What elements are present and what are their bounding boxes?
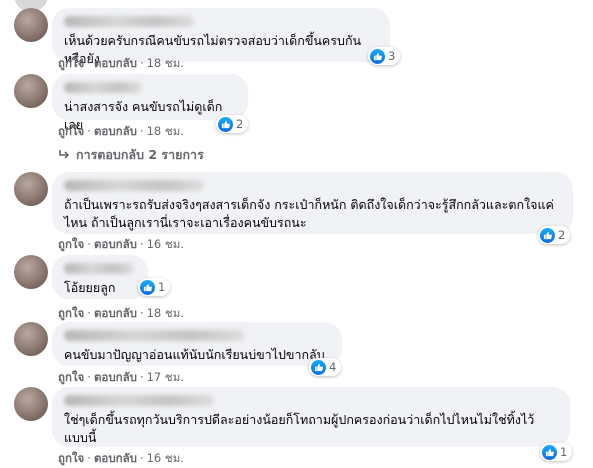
reaction-count: 3 <box>388 49 396 63</box>
timestamp[interactable]: 17 ชม. <box>147 370 184 384</box>
thumbs-up-icon <box>311 359 326 375</box>
avatar[interactable] <box>14 322 48 356</box>
timestamp[interactable]: 16 ชม. <box>147 237 184 251</box>
separator: · <box>139 370 144 384</box>
comment-bubble: น่าสงสารจัง คนขับรถไม่ดูเด็กเลย <box>52 74 248 132</box>
separator: · <box>87 306 91 320</box>
separator: · <box>139 451 144 465</box>
like-link[interactable]: ถูกใจ <box>58 237 84 251</box>
commenter-name[interactable] <box>64 82 142 93</box>
timestamp[interactable]: 18 ชม. <box>147 306 184 320</box>
comment-text: คนขับมาปัญญาอ่อนแท้นับนักเรียนบ่ขาไปขากล… <box>64 347 325 362</box>
like-link[interactable]: ถูกใจ <box>58 124 84 138</box>
thumbs-up-icon <box>370 48 385 64</box>
comment-bubble: เห็นด้วยครับกรณีคนขับรถไม่ตรวจสอบว่าเด็ก… <box>52 8 390 66</box>
commenter-name[interactable] <box>64 330 244 341</box>
comment-actions: ถูกใจ · ตอบกลับ · 16 ชม. <box>58 236 184 254</box>
separator: · <box>139 124 144 138</box>
reply-link[interactable]: ตอบกลับ <box>94 370 137 384</box>
avatar[interactable] <box>14 8 48 42</box>
reply-link[interactable]: ตอบกลับ <box>94 56 137 70</box>
separator: · <box>139 306 144 320</box>
comment-text-line-2: แบบนี้ <box>64 430 97 445</box>
reaction-badge[interactable]: 3 <box>368 47 401 65</box>
reaction-count: 2 <box>236 117 244 131</box>
timestamp[interactable]: 18 ชม. <box>147 124 184 138</box>
comment-actions: ถูกใจ · ตอบกลับ · 18 ชม. <box>58 123 184 141</box>
reaction-count: 4 <box>329 360 337 374</box>
avatar[interactable] <box>14 255 48 289</box>
reply-arrow-icon <box>59 150 70 159</box>
avatar[interactable] <box>14 387 48 421</box>
commenter-name[interactable] <box>64 263 134 274</box>
comment-actions: ถูกใจ · ตอบกลับ · 18 ชม. <box>58 305 184 323</box>
timestamp[interactable]: 16 ชม. <box>147 451 184 465</box>
avatar[interactable] <box>14 74 48 108</box>
reaction-badge[interactable]: 2 <box>216 115 249 133</box>
separator: · <box>139 56 144 70</box>
reaction-count: 1 <box>560 445 568 459</box>
reaction-count: 1 <box>158 280 166 294</box>
thumbs-up-icon <box>218 116 233 132</box>
separator: · <box>87 124 91 138</box>
reaction-badge[interactable]: 2 <box>538 226 571 244</box>
comment-text-line-1: ถ้าเป็นเพราะรถรับส่งจริงๆสงสารเด็กจัง กร… <box>64 197 554 212</box>
separator: · <box>87 451 91 465</box>
separator: · <box>87 370 91 384</box>
reply-link[interactable]: ตอบกลับ <box>94 237 137 251</box>
comment-actions: ถูกใจ · ตอบกลับ · 16 ชม. <box>58 450 184 468</box>
separator: · <box>139 237 144 251</box>
reaction-badge[interactable]: 1 <box>138 278 171 296</box>
reply-link[interactable]: ตอบกลับ <box>94 451 137 465</box>
separator: · <box>87 237 91 251</box>
comment-text: โอ้ยยยลูก <box>64 280 116 295</box>
timestamp[interactable]: 18 ชม. <box>147 56 184 70</box>
comment-text-line-1: ใช่ๆเด็กขึ้นรถทุกวันบริการปดีละอย่างน้อย… <box>64 412 535 427</box>
view-replies-link[interactable]: การตอบกลับ 2 รายการ <box>58 145 204 165</box>
like-link[interactable]: ถูกใจ <box>58 451 84 465</box>
commenter-name[interactable] <box>64 180 204 191</box>
thumbs-up-icon <box>542 444 557 460</box>
commenter-name[interactable] <box>64 395 214 406</box>
comment-bubble: ถ้าเป็นเพราะรถรับส่งจริงๆสงสารเด็กจัง กร… <box>52 172 573 234</box>
commenter-name[interactable] <box>64 16 194 27</box>
view-replies-label: การตอบกลับ 2 รายการ <box>76 147 204 162</box>
avatar[interactable] <box>14 172 48 206</box>
reply-link[interactable]: ตอบกลับ <box>94 124 137 138</box>
thumbs-up-icon <box>140 279 155 295</box>
thumbs-up-icon <box>540 227 555 243</box>
comment-bubble: คนขับมาปัญญาอ่อนแท้นับนักเรียนบ่ขาไปขากล… <box>52 322 342 366</box>
comment-text-line-2: ไหน ถ้าเป็นลูกเรานี่เราจะเอาเรื่องคนขับร… <box>64 215 307 230</box>
reaction-badge[interactable]: 4 <box>309 358 342 376</box>
comment-bubble: โอ้ยยยลูก <box>52 255 148 299</box>
comment-actions: ถูกใจ · ตอบกลับ · 17 ชม. <box>58 369 184 387</box>
like-link[interactable]: ถูกใจ <box>58 370 84 384</box>
separator: · <box>87 56 91 70</box>
comment-actions: ถูกใจ · ตอบกลับ · 18 ชม. <box>58 55 184 73</box>
reaction-badge[interactable]: 1 <box>540 443 573 461</box>
reply-link[interactable]: ตอบกลับ <box>94 306 137 320</box>
comment-bubble: ใช่ๆเด็กขึ้นรถทุกวันบริการปดีละอย่างน้อย… <box>52 387 570 447</box>
like-link[interactable]: ถูกใจ <box>58 56 84 70</box>
like-link[interactable]: ถูกใจ <box>58 306 84 320</box>
reaction-count: 2 <box>558 228 566 242</box>
